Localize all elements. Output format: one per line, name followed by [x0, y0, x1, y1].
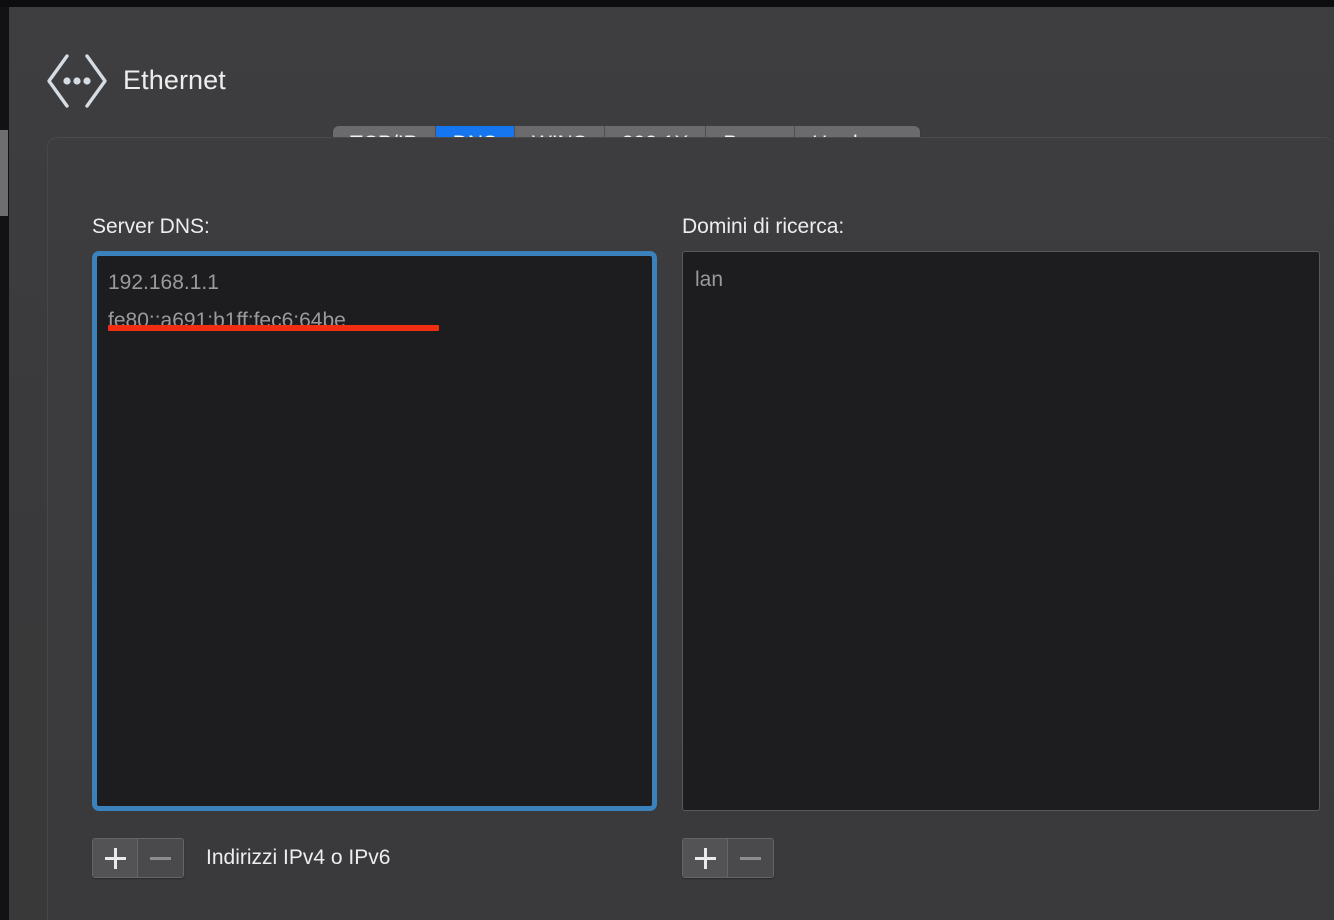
list-item[interactable]: lan	[695, 261, 1307, 299]
ethernet-icon	[45, 50, 109, 112]
search-domains-column: Domini di ricerca: lan	[682, 215, 1320, 811]
dns-tab-panel: Server DNS: 192.168.1.1 fe80::a691:b1ff:…	[47, 137, 1334, 920]
dns-servers-listbox[interactable]: 192.168.1.1 fe80::a691:b1ff:fec6:64be	[92, 251, 657, 811]
window-header: Ethernet	[9, 7, 1334, 128]
list-item[interactable]: 192.168.1.1	[108, 264, 641, 302]
search-domains-label: Domini di ricerca:	[682, 215, 845, 238]
dns-servers-stepper-row: Indirizzi IPv4 o IPv6	[92, 838, 390, 878]
red-annotation-underline	[108, 325, 439, 331]
network-preferences-window: Ethernet TCP/IP DNS WINS 802.1X Proxy Ha…	[9, 7, 1334, 920]
add-search-domain-button[interactable]	[683, 839, 728, 877]
background-window-top-edge	[0, 0, 1334, 7]
screen-root: Ethernet TCP/IP DNS WINS 802.1X Proxy Ha…	[0, 0, 1334, 920]
list-item[interactable]: fe80::a691:b1ff:fec6:64be	[108, 302, 641, 340]
search-domains-stepper	[682, 838, 774, 878]
remove-search-domain-button[interactable]	[728, 839, 773, 877]
dns-servers-column: Server DNS: 192.168.1.1 fe80::a691:b1ff:…	[92, 215, 657, 811]
search-domains-listbox[interactable]: lan	[682, 251, 1320, 811]
search-domains-stepper-row	[682, 838, 796, 878]
dns-servers-stepper	[92, 838, 184, 878]
remove-dns-server-button[interactable]	[138, 839, 183, 877]
background-window-scrollbar[interactable]	[0, 130, 8, 216]
dns-servers-label: Server DNS:	[92, 215, 210, 238]
add-dns-server-button[interactable]	[93, 839, 138, 877]
page-title: Ethernet	[123, 65, 226, 95]
dns-servers-stepper-caption: Indirizzi IPv4 o IPv6	[206, 846, 391, 869]
